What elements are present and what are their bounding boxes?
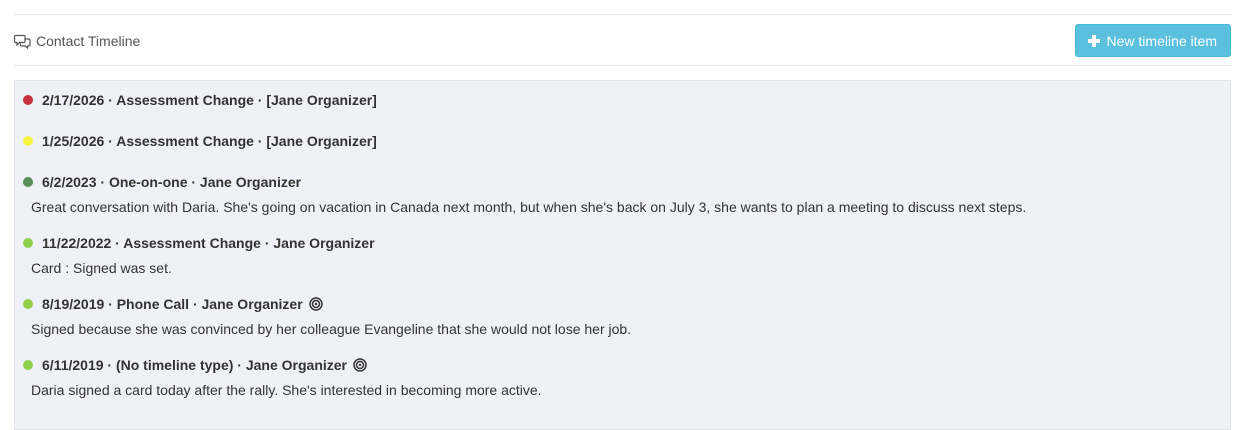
- timeline-entry-header: 8/19/2019 · Phone Call · Jane Organizer: [23, 294, 323, 314]
- section-title-label: Contact Timeline: [36, 33, 141, 49]
- status-dot-icon: [23, 177, 33, 187]
- status-dot-icon: [23, 238, 33, 248]
- timeline-entry-title[interactable]: 6/11/2019 · (No timeline type) · Jane Or…: [42, 357, 347, 373]
- status-dot-icon: [23, 95, 33, 105]
- status-dot-icon: [23, 136, 33, 146]
- status-dot-icon: [23, 360, 33, 370]
- timeline-entry-header: 6/2/2023 · One-on-one · Jane Organizer: [23, 172, 301, 192]
- timeline-entry-header: 2/17/2026 · Assessment Change · [Jane Or…: [23, 90, 377, 110]
- timeline-entry-body: Signed because she was convinced by her …: [31, 321, 632, 337]
- plus-icon: [1087, 34, 1100, 47]
- timeline-entry-title[interactable]: 8/19/2019 · Phone Call · Jane Organizer: [42, 296, 303, 312]
- timeline-entry-body: Daria signed a card today after the rall…: [31, 382, 542, 398]
- timeline-entry-body: Great conversation with Daria. She's goi…: [31, 199, 1027, 215]
- timeline-list: 2/17/2026 · Assessment Change · [Jane Or…: [14, 80, 1231, 430]
- timeline-entry-header: 1/25/2026 · Assessment Change · [Jane Or…: [23, 131, 377, 151]
- header-divider: [14, 65, 1231, 66]
- timeline-header: Contact Timeline New timeline item: [14, 24, 1231, 60]
- new-timeline-item-label: New timeline item: [1106, 32, 1217, 49]
- new-timeline-item-button[interactable]: New timeline item: [1074, 24, 1231, 57]
- target-icon: [353, 358, 367, 372]
- top-divider: [14, 14, 1231, 15]
- status-dot-icon: [23, 299, 33, 309]
- comments-icon: [14, 34, 31, 49]
- target-icon: [308, 297, 323, 311]
- section-title: Contact Timeline: [14, 33, 140, 49]
- timeline-entry-header: 6/11/2019 · (No timeline type) · Jane Or…: [23, 355, 367, 375]
- timeline-entry-header: 11/22/2022 · Assessment Change · Jane Or…: [23, 233, 375, 253]
- timeline-entry-body: Card : Signed was set.: [31, 260, 172, 276]
- timeline-entry-title[interactable]: 6/2/2023 · One-on-one · Jane Organizer: [42, 174, 301, 190]
- timeline-entry-title[interactable]: 2/17/2026 · Assessment Change · [Jane Or…: [42, 92, 377, 108]
- timeline-entry-title[interactable]: 11/22/2022 · Assessment Change · Jane Or…: [42, 235, 375, 251]
- timeline-entry-title[interactable]: 1/25/2026 · Assessment Change · [Jane Or…: [42, 133, 377, 149]
